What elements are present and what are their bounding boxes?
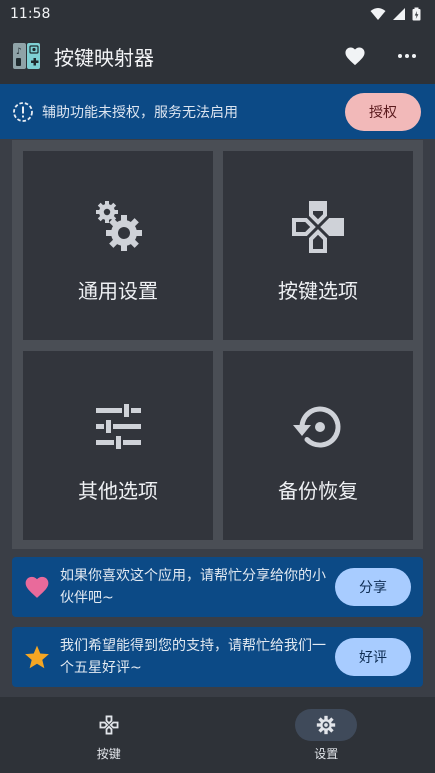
heart-icon [25, 576, 49, 598]
gear-icon [317, 715, 336, 735]
app-actions [341, 42, 421, 70]
app-title: 按键映射器 [54, 45, 154, 70]
favorite-button[interactable] [341, 42, 369, 70]
status-bar: 11:58 [0, 0, 435, 28]
nav-item-settings[interactable]: 设置 [218, 697, 435, 773]
heart-icon [345, 47, 365, 66]
more-vert-icon [398, 54, 416, 58]
battery-icon [412, 7, 421, 21]
tune-sliders-icon [90, 399, 146, 455]
tile-general-settings[interactable]: 通用设置 [23, 151, 213, 340]
app-logo-icon: ♪ [13, 43, 40, 69]
nav-item-keys[interactable]: 按键 [0, 697, 218, 773]
signal-icon [393, 8, 405, 20]
nav-pill-keys [78, 709, 140, 741]
rate-card: 我们希望能得到您的支持，请帮忙给我们一个五星好评~ 好评 [12, 627, 423, 687]
tile-label-backup: 备份恢复 [278, 479, 358, 503]
settings-grid: 通用设置 按键选项 其他选项 备份恢复 [12, 140, 423, 549]
star-icon [25, 645, 49, 669]
restore-icon [290, 399, 346, 455]
gamepad-icon [99, 715, 119, 735]
wifi-icon [370, 8, 386, 20]
rate-card-text: 我们希望能得到您的支持，请帮忙给我们一个五星好评~ [60, 638, 326, 676]
tile-other-options[interactable]: 其他选项 [23, 351, 213, 540]
tile-backup-restore[interactable]: 备份恢复 [223, 351, 413, 540]
status-time: 11:58 [10, 6, 51, 22]
gamepad-icon [290, 199, 346, 255]
app-bar: ♪ 按键映射器 [0, 28, 435, 84]
bottom-navigation: 按键 设置 [0, 697, 435, 773]
share-card: 如果你喜欢这个应用，请帮忙分享给你的小伙伴吧~ 分享 [12, 557, 423, 617]
accessibility-warning-banner: 辅助功能未授权，服务无法启用 授权 [0, 84, 435, 139]
tile-label-keys: 按键选项 [278, 279, 358, 303]
nav-label-settings: 设置 [314, 747, 339, 761]
tile-label-general: 通用设置 [78, 279, 158, 303]
authorize-button[interactable]: 授权 [345, 92, 421, 131]
svg-text:♪: ♪ [16, 47, 22, 57]
settings-gears-icon [90, 199, 146, 255]
nav-label-keys: 按键 [96, 747, 121, 761]
share-card-text: 如果你喜欢这个应用，请帮忙分享给你的小伙伴吧~ [60, 568, 326, 606]
status-icons [370, 7, 421, 21]
share-button[interactable]: 分享 [335, 568, 411, 606]
warning-icon [13, 101, 33, 122]
tile-key-options[interactable]: 按键选项 [223, 151, 413, 340]
banner-text: 辅助功能未授权，服务无法启用 [42, 104, 238, 121]
more-options-button[interactable] [393, 42, 421, 70]
rate-button[interactable]: 好评 [335, 638, 411, 676]
nav-pill-settings [295, 709, 358, 741]
tile-label-other: 其他选项 [78, 479, 158, 503]
